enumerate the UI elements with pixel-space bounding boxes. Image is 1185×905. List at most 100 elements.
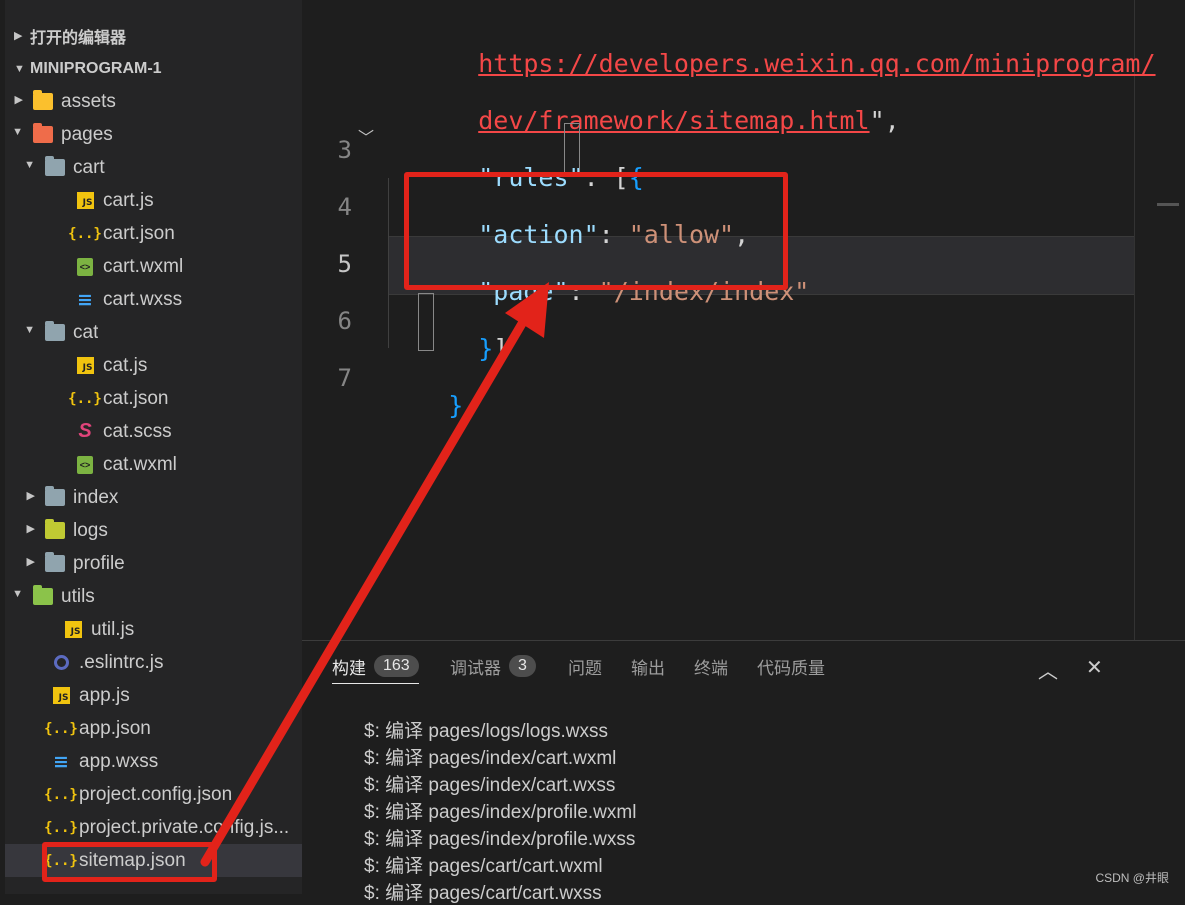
tree-item-label: cart.js — [103, 189, 154, 211]
bracket-match-box — [418, 293, 434, 351]
panel-tab[interactable]: 调试器 3 — [450, 653, 536, 679]
url-link-part1[interactable]: https://developers.weixin.qq.com/minipro… — [478, 49, 1155, 78]
close-bracket: ] — [493, 334, 509, 363]
panel-tab[interactable]: 终端 — [694, 653, 728, 679]
tree-item[interactable]: ▼ cat — [5, 316, 302, 349]
tree-item[interactable]: JS cart.js — [5, 184, 302, 217]
css-file-icon: ≡ — [51, 750, 71, 773]
chevron-down-icon[interactable]: ▼ — [24, 159, 35, 171]
tree-item[interactable]: ▶ profile — [5, 547, 302, 580]
url-link-part2[interactable]: dev/framework/sitemap.html — [478, 106, 869, 135]
tree-item[interactable]: {..} app.json — [5, 712, 302, 745]
scss-file-icon: S — [75, 420, 95, 442]
panel-tab[interactable]: 构建 163 — [332, 653, 419, 684]
tree-item[interactable]: ≡ app.wxss — [5, 745, 302, 778]
tree-item-label: .eslintrc.js — [79, 651, 164, 673]
annotation-box-file — [42, 842, 217, 882]
chevron-down-icon[interactable]: ▼ — [12, 126, 23, 138]
panel-tab[interactable]: 输出 — [631, 653, 665, 679]
chevron-right-icon[interactable]: ▶ — [27, 555, 35, 568]
output-line: $: 编译 pages/index/cart.wxss — [364, 775, 616, 796]
tree-item[interactable]: ▼ utils — [5, 580, 302, 613]
chevron-down-icon[interactable]: ▼ — [24, 324, 35, 336]
line-number: 7 — [337, 364, 352, 392]
open-editors-header[interactable]: ▶ 打开的编辑器 — [14, 19, 126, 52]
wxml-file-icon: <> — [75, 257, 95, 277]
annotation-box-code — [404, 172, 788, 290]
folder-shape — [33, 123, 53, 143]
fold-chevron-icon[interactable]: ﹀ — [358, 124, 374, 148]
code-line-7: } — [388, 362, 463, 449]
chevron-right-icon[interactable]: ▶ — [27, 522, 35, 535]
tree-item[interactable]: ≡ cart.wxss — [5, 283, 302, 316]
tree-item[interactable]: ▼ cart — [5, 151, 302, 184]
tree-item[interactable]: Scat.scss — [5, 415, 302, 448]
tree-item[interactable]: <> cart.wxml — [5, 250, 302, 283]
css-badge: ≡ — [53, 750, 69, 773]
tree-item-label: project.private.config.js... — [79, 816, 290, 838]
watermark: CSDN @井眼 — [1095, 871, 1169, 885]
tree-item-label: cat.wxml — [103, 453, 177, 475]
tree-item[interactable]: {..} cat.json — [5, 382, 302, 415]
tree-item-label: project.config.json — [79, 783, 233, 805]
output-line: $: 编译 pages/index/cart.wxml — [364, 748, 617, 769]
output-line: $: 编译 pages/cart/cart.wxss — [364, 883, 602, 904]
chevron-down-icon[interactable]: ▼ — [12, 588, 23, 600]
folder-open-icon — [45, 156, 65, 178]
tree-item-label: cart.wxml — [103, 255, 184, 277]
indent-guide — [388, 178, 389, 348]
tree-item-label: app.wxss — [79, 750, 159, 772]
eslint-badge — [53, 655, 69, 670]
folder-shape — [33, 585, 53, 605]
tree-item[interactable]: {..} project.private.config.js... — [5, 811, 302, 844]
json-file-icon: {..} — [68, 224, 102, 244]
tree-item[interactable]: .eslintrc.js — [5, 646, 302, 679]
folder-open-icon — [45, 321, 65, 343]
wxml-badge: <> — [77, 257, 93, 276]
tree-item-label: index — [73, 486, 119, 508]
eslint-file-icon — [51, 653, 71, 673]
panel-tab[interactable]: 问题 — [568, 653, 602, 679]
chevron-right-icon[interactable]: ▶ — [15, 93, 23, 106]
output-line: $: 编译 pages/cart/cart.wxml — [364, 856, 603, 877]
panel-tab[interactable]: 代码质量 — [757, 653, 825, 679]
final-brace: } — [448, 391, 464, 420]
tree-item-label: app.js — [79, 684, 130, 706]
folder-shape — [45, 486, 65, 506]
tree-item[interactable]: ▼ pages — [5, 118, 302, 151]
tree-item[interactable]: ▶ logs — [5, 514, 302, 547]
project-header[interactable]: ▼ MINIPROGRAM-1 — [14, 52, 162, 85]
close-panel-icon[interactable]: ✕ — [1086, 655, 1103, 680]
bracket-match-box — [564, 123, 580, 175]
tree-item[interactable]: ▶ assets — [5, 85, 302, 118]
folder-shape — [45, 519, 65, 539]
folder-icon — [45, 486, 65, 508]
json-badge: {..} — [68, 225, 102, 242]
folder-assets-icon — [33, 90, 53, 112]
tree-item-label: util.js — [91, 618, 135, 640]
tree-item-label: logs — [73, 519, 108, 541]
close-brace: } — [478, 334, 494, 363]
tree-item[interactable]: JS util.js — [5, 613, 302, 646]
tree-item[interactable]: JS cat.js — [5, 349, 302, 382]
scroll-marker — [1157, 203, 1179, 206]
tree-item-label: cart — [73, 156, 105, 178]
folder-icon — [45, 552, 65, 574]
line-number: 6 — [337, 307, 352, 335]
js-file-icon: JS — [75, 356, 95, 376]
wxml-badge: <> — [77, 455, 93, 474]
maximize-panel-icon[interactable]: ︿ — [1038, 655, 1058, 684]
scss-badge: S — [78, 420, 92, 442]
tree-item[interactable]: {..} project.config.json — [5, 778, 302, 811]
code-editor[interactable]: ﹀ https://developers.weixin.qq.com/minip… — [302, 0, 1185, 640]
css-badge: ≡ — [77, 288, 93, 311]
json-badge: {..} — [44, 720, 78, 737]
tree-item[interactable]: ▶ index — [5, 481, 302, 514]
wxml-file-icon: <> — [75, 455, 95, 475]
chevron-right-icon[interactable]: ▶ — [27, 489, 35, 502]
tree-item[interactable]: JS app.js — [5, 679, 302, 712]
tree-item[interactable]: {..} cart.json — [5, 217, 302, 250]
tree-item[interactable]: <> cat.wxml — [5, 448, 302, 481]
panel-tab-label: 终端 — [694, 658, 728, 678]
chevron-down-icon: ▼ — [14, 62, 25, 75]
